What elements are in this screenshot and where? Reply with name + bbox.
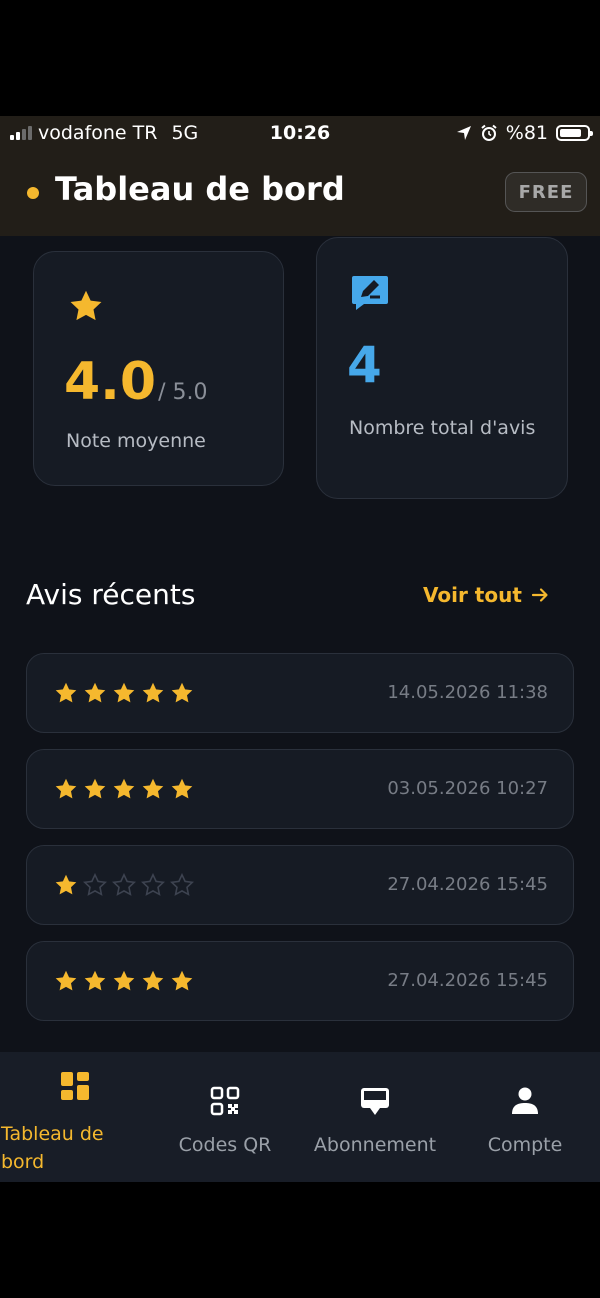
bottom-navigation: Tableau de bord Codes QR Abonnement Comp… [0, 1052, 600, 1182]
qr-code-icon [210, 1086, 240, 1116]
star-filled-icon [55, 778, 77, 799]
review-date: 03.05.2026 10:27 [387, 778, 548, 799]
review-row[interactable]: 14.05.2026 11:38 [26, 653, 574, 733]
review-row[interactable]: 27.04.2026 15:45 [26, 845, 574, 925]
star-filled-icon [55, 682, 77, 703]
review-date: 27.04.2026 15:45 [387, 874, 548, 895]
nav-tab-qr-codes[interactable]: Codes QR [150, 1052, 300, 1182]
nav-tab-dashboard[interactable]: Tableau de bord [0, 1052, 150, 1182]
total-reviews-card: 4 Nombre total d'avis [316, 237, 568, 499]
network-type: 5G [171, 122, 199, 144]
nav-tab-account[interactable]: Compte [450, 1052, 600, 1182]
page-title: Tableau de bord [55, 170, 345, 208]
average-rating: 4.0 [64, 352, 157, 412]
signal-icon [10, 126, 32, 140]
review-row[interactable]: 03.05.2026 10:27 [26, 749, 574, 829]
star-filled-icon [142, 970, 164, 991]
recent-reviews-title: Avis récents [26, 578, 196, 611]
star-filled-icon [171, 682, 193, 703]
star-filled-icon [142, 682, 164, 703]
star-filled-icon [171, 970, 193, 991]
nav-label-dashboard: Tableau de bord [1, 1123, 104, 1173]
see-all-label: Voir tout [423, 583, 522, 607]
battery-icon [556, 125, 593, 141]
star-filled-icon [55, 970, 77, 991]
nav-label-account: Compte [487, 1134, 563, 1156]
star-filled-icon [84, 970, 106, 991]
location-arrow-icon [456, 126, 471, 140]
review-date: 14.05.2026 11:38 [387, 682, 548, 703]
nav-label-qr-codes: Codes QR [178, 1134, 272, 1156]
battery-percentage: %81 [505, 122, 548, 144]
rating-max: / 5.0 [158, 380, 208, 405]
user-icon [512, 1087, 538, 1114]
star-empty-icon [141, 873, 165, 896]
star-filled-icon [84, 682, 106, 703]
alarm-icon [481, 124, 497, 141]
nav-tab-subscription[interactable]: Abonnement [300, 1052, 450, 1182]
nav-label-subscription: Abonnement [313, 1134, 437, 1156]
header-dot [27, 187, 39, 199]
arrow-right-icon [531, 588, 548, 602]
average-rating-card: 4.0 / 5.0 Note moyenne [33, 251, 284, 486]
see-all-link[interactable]: Voir tout [423, 583, 550, 607]
review-date: 27.04.2026 15:45 [387, 970, 548, 991]
star-empty-icon [112, 873, 136, 896]
status-left: vodafone TR 5G [10, 122, 198, 144]
dashboard-icon [61, 1072, 89, 1100]
review-row[interactable]: 27.04.2026 15:45 [26, 941, 574, 1021]
review-stars [54, 681, 194, 705]
carrier-name: vodafone TR [38, 122, 158, 144]
app-header: Tableau de bord FREE [0, 150, 600, 236]
review-stars [54, 969, 194, 993]
star-empty-icon [83, 873, 107, 896]
status-bar: vodafone TR 5G 10:26 %81 [0, 116, 600, 150]
plan-badge[interactable]: FREE [505, 172, 587, 212]
star-filled-icon [171, 778, 193, 799]
star-icon [70, 290, 102, 321]
star-filled-icon [113, 778, 135, 799]
star-filled-icon [142, 778, 164, 799]
app-screen: vodafone TR 5G 10:26 %81 Tableau de bord… [0, 116, 600, 1182]
total-reviews-label: Nombre total d'avis [349, 417, 536, 439]
total-reviews-count: 4 [347, 336, 382, 394]
star-filled-icon [113, 970, 135, 991]
star-filled-icon [84, 778, 106, 799]
subscription-icon [361, 1088, 389, 1115]
average-rating-label: Note moyenne [66, 430, 206, 452]
review-stars [54, 777, 194, 801]
status-right: %81 [456, 122, 593, 144]
review-stars [54, 873, 194, 897]
star-filled-icon [55, 874, 77, 895]
rating-value: 4.0 / 5.0 [64, 352, 208, 412]
star-empty-icon [170, 873, 194, 896]
edit-message-icon [352, 276, 388, 310]
star-filled-icon [113, 682, 135, 703]
